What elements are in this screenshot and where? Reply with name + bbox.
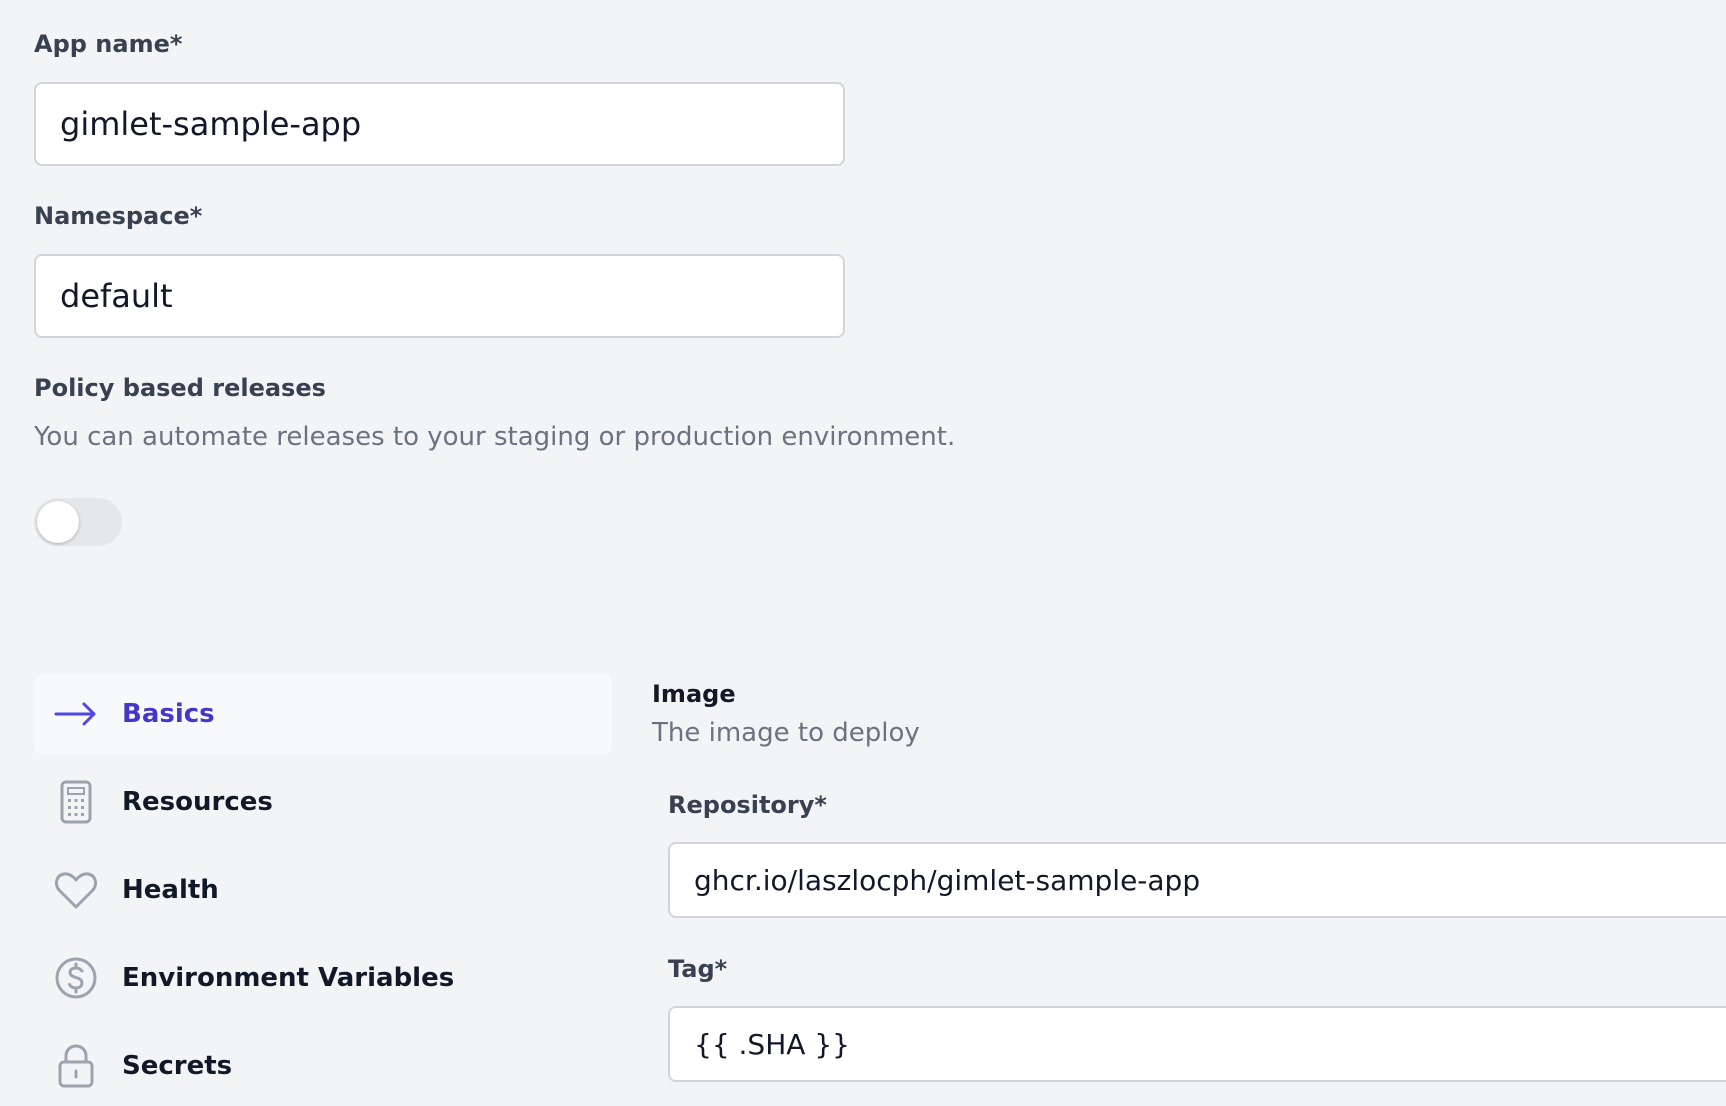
nav-item-label: Secrets	[122, 1051, 233, 1081]
image-section-description: The image to deploy	[652, 718, 920, 748]
nav-item-secrets[interactable]: Secrets	[34, 1026, 612, 1106]
toggle-knob	[37, 501, 79, 543]
repository-label: Repository*	[668, 791, 827, 819]
arrow-right-icon	[54, 702, 96, 726]
nav-item-basics[interactable]: Basics	[34, 674, 612, 754]
app-name-input[interactable]	[34, 82, 845, 166]
calculator-icon	[60, 780, 92, 824]
namespace-label: Namespace*	[34, 202, 203, 230]
nav-item-label: Environment Variables	[122, 963, 455, 993]
nav-item-label: Health	[122, 875, 219, 905]
heart-icon	[55, 872, 97, 909]
app-name-label: App name*	[34, 30, 183, 58]
policy-description: You can automate releases to your stagin…	[34, 422, 956, 452]
nav-item-environment-variables[interactable]: Environment Variables	[34, 938, 612, 1018]
policy-toggle[interactable]	[34, 498, 122, 546]
policy-title: Policy based releases	[34, 374, 326, 402]
namespace-input[interactable]	[34, 254, 845, 338]
nav-item-health[interactable]: Health	[34, 850, 612, 930]
lock-icon	[58, 1044, 94, 1088]
nav-item-label: Basics	[122, 699, 215, 729]
repository-input[interactable]	[668, 842, 1726, 918]
tag-label: Tag*	[668, 955, 728, 983]
currency-dollar-icon	[55, 957, 97, 999]
nav-item-resources[interactable]: Resources	[34, 762, 612, 842]
tag-input[interactable]	[668, 1006, 1726, 1082]
image-section-title: Image	[652, 680, 736, 708]
nav-item-label: Resources	[122, 787, 273, 817]
